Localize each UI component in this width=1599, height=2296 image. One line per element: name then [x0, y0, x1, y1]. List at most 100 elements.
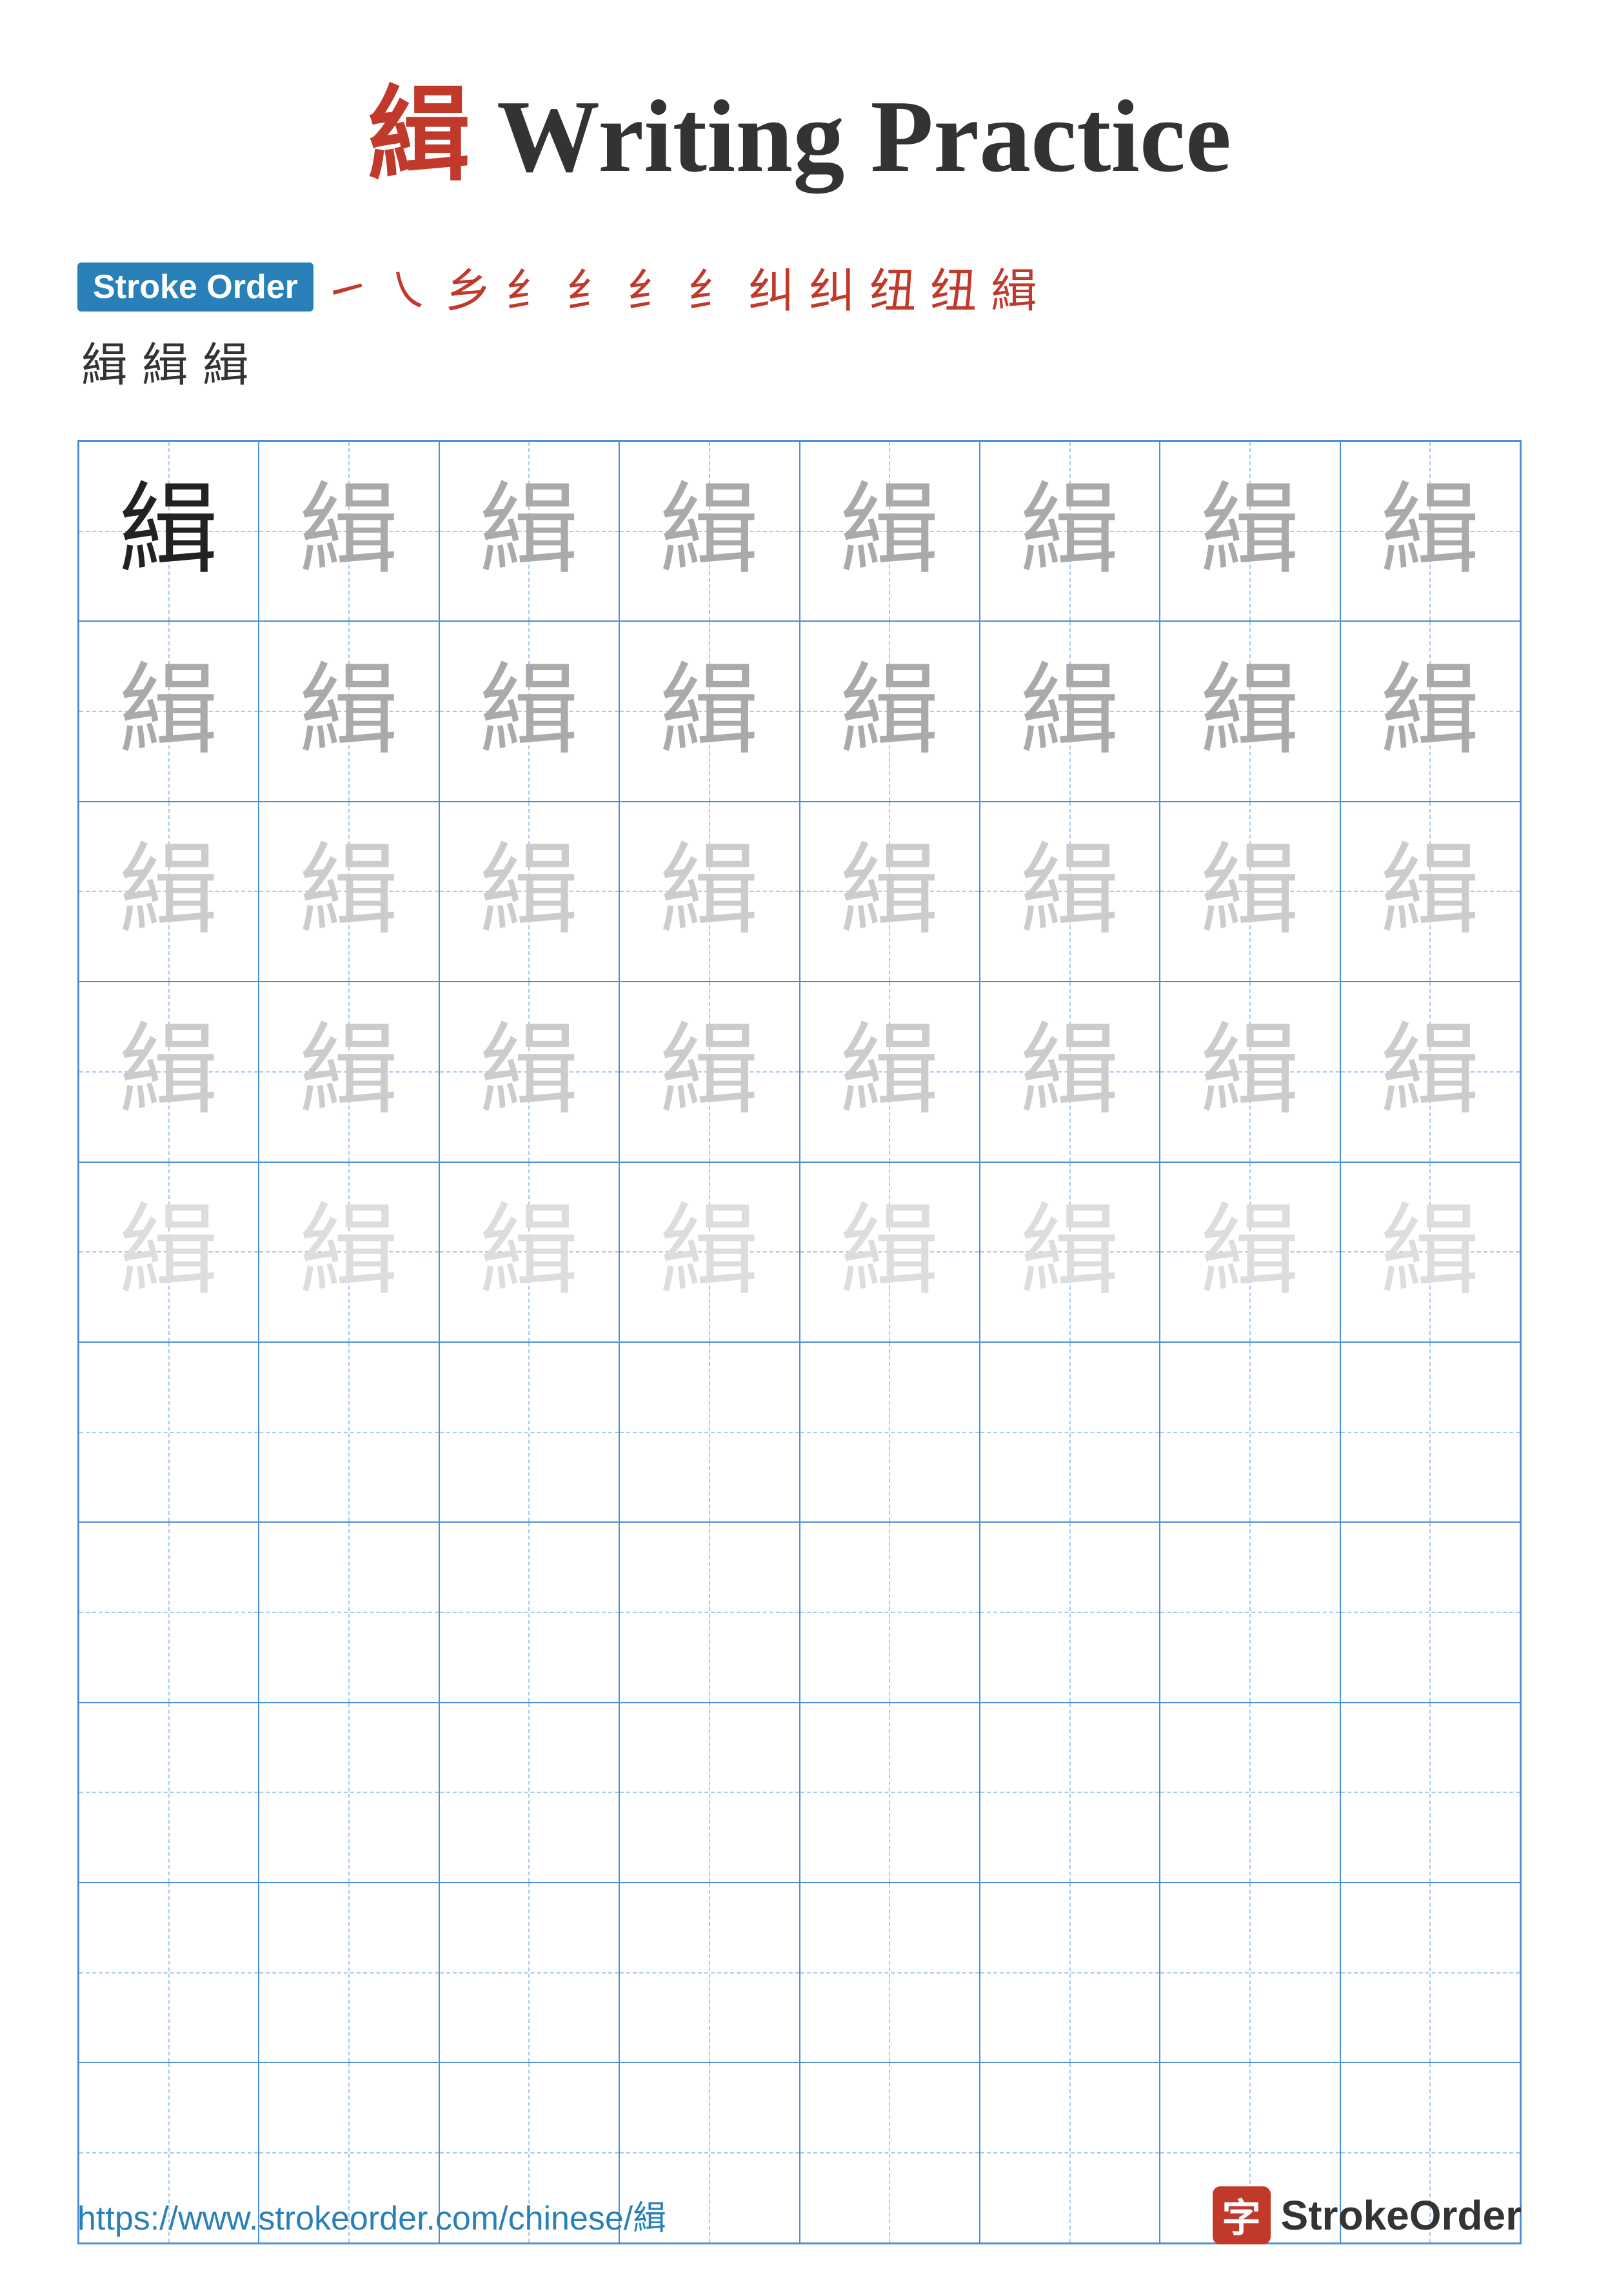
grid-cell[interactable] [980, 1342, 1160, 1522]
practice-char: 緝 [1200, 1202, 1300, 1302]
grid-cell[interactable]: 緝 [79, 802, 259, 982]
grid-cell[interactable] [79, 1883, 259, 2063]
grid-cell[interactable] [619, 1522, 799, 1702]
practice-char: 緝 [479, 481, 579, 581]
grid-cell[interactable] [79, 1522, 259, 1702]
grid-cell[interactable]: 緝 [439, 1162, 619, 1342]
grid-cell[interactable] [800, 1522, 980, 1702]
grid-cell[interactable] [439, 1703, 619, 1883]
grid-cell[interactable]: 緝 [79, 982, 259, 1162]
grid-cell[interactable]: 緝 [439, 441, 619, 621]
grid-cell[interactable]: 緝 [439, 621, 619, 801]
page-title: 緝 Writing Practice [368, 52, 1231, 201]
grid-cell[interactable] [439, 1522, 619, 1702]
grid-cell[interactable] [259, 1883, 439, 2063]
grid-cell[interactable]: 緝 [1160, 441, 1340, 621]
grid-cell[interactable]: 緝 [1340, 982, 1520, 1162]
grid-cell[interactable]: 緝 [259, 982, 439, 1162]
grid-row-2: 緝 緝 緝 緝 緝 緝 緝 緝 [79, 621, 1520, 801]
footer-url[interactable]: https://www.strokeorder.com/chinese/緝 [77, 2191, 666, 2239]
grid-cell[interactable]: 緝 [980, 621, 1160, 801]
grid-cell[interactable]: 緝 [980, 982, 1160, 1162]
grid-cell[interactable]: 緝 [259, 441, 439, 621]
grid-cell[interactable] [439, 1883, 619, 2063]
grid-cell[interactable]: 緝 [1340, 802, 1520, 982]
grid-cell[interactable]: 緝 [439, 982, 619, 1162]
grid-cell[interactable] [259, 1342, 439, 1522]
grid-cell[interactable]: 緝 [259, 621, 439, 801]
practice-char: 緝 [1380, 662, 1480, 762]
grid-cell[interactable]: 緝 [1340, 1162, 1520, 1342]
grid-cell[interactable] [800, 1703, 980, 1883]
brand-icon: 字 [1213, 2186, 1271, 2244]
grid-cell[interactable]: 緝 [619, 621, 799, 801]
grid-cell[interactable]: 緝 [800, 1162, 980, 1342]
grid-cell[interactable]: 緝 [1160, 1162, 1340, 1342]
grid-cell[interactable] [800, 1883, 980, 2063]
footer: https://www.strokeorder.com/chinese/緝 字 … [77, 2186, 1522, 2244]
grid-cell[interactable]: 緝 [980, 802, 1160, 982]
grid-cell[interactable]: 緝 [1160, 982, 1340, 1162]
grid-cell[interactable] [1160, 1342, 1340, 1522]
grid-cell[interactable]: 緝 [619, 441, 799, 621]
grid-cell[interactable]: 緝 [619, 982, 799, 1162]
grid-cell[interactable]: 緝 [1340, 621, 1520, 801]
grid-cell[interactable] [79, 1703, 259, 1883]
grid-cell[interactable] [980, 1703, 1160, 1883]
grid-cell[interactable]: 緝 [79, 621, 259, 801]
grid-cell[interactable] [259, 1522, 439, 1702]
grid-cell[interactable]: 緝 [79, 1162, 259, 1342]
grid-row-1: 緝 緝 緝 緝 緝 緝 緝 緝 [79, 441, 1520, 621]
practice-char: 緝 [299, 1022, 399, 1122]
grid-cell[interactable]: 緝 [980, 1162, 1160, 1342]
grid-cell[interactable] [619, 1342, 799, 1522]
grid-cell[interactable]: 緝 [800, 441, 980, 621]
grid-cell[interactable] [1340, 1342, 1520, 1522]
grid-cell[interactable] [1160, 1703, 1340, 1883]
grid-cell[interactable]: 緝 [619, 802, 799, 982]
grid-cell[interactable] [800, 1342, 980, 1522]
grid-cell[interactable]: 緝 [1160, 802, 1340, 982]
stroke-order-row-1: Stroke Order ㇀ ㇏ 乡 纟 纟 纟 纟 纠 纠 纽 纽 緝 [77, 253, 1522, 321]
grid-cell[interactable]: 緝 [259, 1162, 439, 1342]
practice-char: 緝 [119, 481, 219, 581]
practice-char: 緝 [1380, 842, 1480, 942]
practice-char: 緝 [119, 842, 219, 942]
stroke-10: 纽 [869, 253, 916, 321]
practice-char: 緝 [840, 1022, 940, 1122]
stroke-8: 纠 [748, 253, 795, 321]
grid-cell[interactable]: 緝 [619, 1162, 799, 1342]
grid-cell[interactable] [619, 1703, 799, 1883]
grid-cell[interactable]: 緝 [439, 802, 619, 982]
grid-cell[interactable]: 緝 [1340, 441, 1520, 621]
grid-cell[interactable] [259, 1703, 439, 1883]
title-chinese-char: 緝 [368, 79, 471, 193]
grid-cell[interactable] [1340, 1883, 1520, 2063]
grid-cell[interactable] [439, 1342, 619, 1522]
grid-cell[interactable]: 緝 [259, 802, 439, 982]
grid-cell[interactable] [1340, 1522, 1520, 1702]
brand-name: StrokeOrder [1281, 2192, 1522, 2239]
grid-cell[interactable]: 緝 [800, 802, 980, 982]
practice-char: 緝 [1020, 1202, 1120, 1302]
grid-cell[interactable]: 緝 [1160, 621, 1340, 801]
stroke-15: 緝 [203, 327, 249, 395]
grid-cell[interactable]: 緝 [800, 621, 980, 801]
grid-cell[interactable] [79, 1342, 259, 1522]
grid-cell[interactable] [1160, 1522, 1340, 1702]
stroke-12: 緝 [991, 253, 1037, 321]
grid-cell[interactable] [980, 1522, 1160, 1702]
practice-char: 緝 [479, 842, 579, 942]
grid-cell[interactable] [1160, 1883, 1340, 2063]
stroke-order-section: Stroke Order ㇀ ㇏ 乡 纟 纟 纟 纟 纠 纠 纽 纽 緝 緝 緝… [77, 253, 1522, 401]
grid-cell[interactable]: 緝 [79, 441, 259, 621]
grid-cell[interactable]: 緝 [800, 982, 980, 1162]
practice-char: 緝 [479, 1202, 579, 1302]
grid-cell[interactable] [1340, 1703, 1520, 1883]
grid-row-6 [79, 1342, 1520, 1522]
grid-cell[interactable]: 緝 [980, 441, 1160, 621]
grid-cell[interactable] [980, 1883, 1160, 2063]
grid-cell[interactable] [619, 1883, 799, 2063]
practice-char: 緝 [1380, 1202, 1480, 1302]
practice-char: 緝 [1200, 481, 1300, 581]
